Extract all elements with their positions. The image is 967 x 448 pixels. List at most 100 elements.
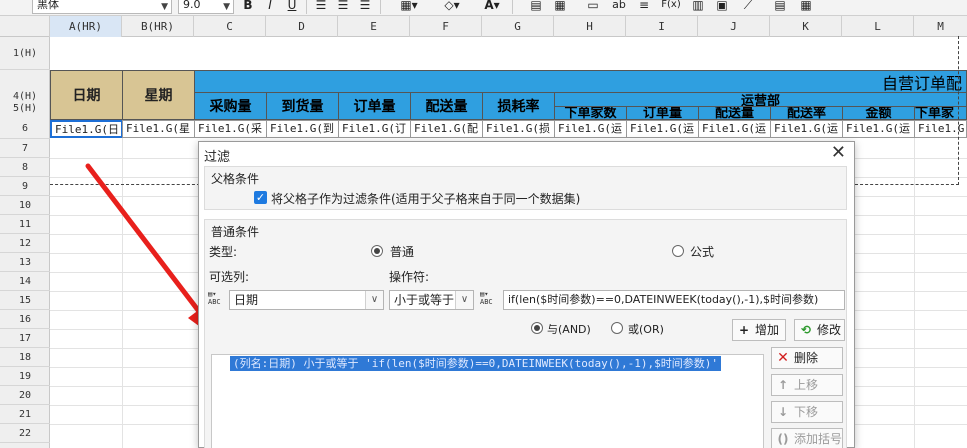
data-cell[interactable]: File1.G(到: [266, 120, 339, 138]
column-header[interactable]: F: [410, 16, 482, 37]
ops-sub-header-cell[interactable]: 订单量: [626, 106, 699, 120]
data-cell[interactable]: File1.G(损: [482, 120, 555, 138]
column-select[interactable]: 日期 ∨: [229, 290, 384, 310]
align-left-icon[interactable]: ☰: [312, 0, 330, 13]
text-button[interactable]: ab: [610, 0, 628, 13]
column-header[interactable]: H: [554, 16, 626, 37]
subreport-icon[interactable]: ▤: [772, 0, 788, 13]
condition-list[interactable]: (列名:日期) 小于或等于 'if(len($时间参数)==0,DATEINWE…: [211, 354, 764, 448]
row-header[interactable]: 21: [0, 405, 50, 424]
data-cell[interactable]: File1.G(采: [194, 120, 267, 138]
row-header[interactable]: 7: [0, 139, 50, 158]
column-header[interactable]: B(HR): [122, 16, 194, 37]
formula-button[interactable]: F(x): [660, 0, 682, 13]
type-formula-radio[interactable]: [672, 245, 684, 257]
report-icon[interactable]: ▦: [798, 0, 814, 13]
font-size-select[interactable]: 9.0 ▼: [178, 0, 234, 14]
row-header[interactable]: 15: [0, 291, 50, 310]
row-header[interactable]: 19: [0, 367, 50, 386]
row-header[interactable]: 16: [0, 310, 50, 329]
data-cell[interactable]: File1.G(: [914, 120, 967, 138]
add-button[interactable]: + 增加: [732, 319, 786, 341]
row-header[interactable]: 14: [0, 272, 50, 291]
move-down-button[interactable]: ↓ 下移: [771, 401, 843, 423]
slash-icon[interactable]: ⟋: [740, 0, 756, 13]
or-radio[interactable]: [611, 322, 623, 334]
align-center-icon[interactable]: ☰: [334, 0, 352, 13]
data-cell[interactable]: File1.G(运: [626, 120, 699, 138]
condition-list-item[interactable]: (列名:日期) 小于或等于 'if(len($时间参数)==0,DATEINWE…: [230, 356, 722, 371]
data-cell[interactable]: File1.G(运: [698, 120, 771, 138]
header-weekday[interactable]: 星期: [122, 70, 195, 120]
ops-sub-header-cell[interactable]: 下单家: [914, 106, 967, 120]
underline-button[interactable]: U: [284, 0, 300, 13]
corner-cell[interactable]: [0, 16, 50, 37]
dialog-title-bar[interactable]: 过滤 ✕: [199, 142, 854, 166]
bold-button[interactable]: B: [240, 0, 256, 13]
row-header-group[interactable]: 4(H) 5(H): [0, 70, 50, 116]
column-header[interactable]: L: [842, 16, 914, 37]
row-header[interactable]: 11: [0, 215, 50, 234]
sub-header-cell[interactable]: 到货量: [266, 92, 339, 120]
column-header[interactable]: I: [626, 16, 698, 37]
value-input[interactable]: if(len($时间参数)==0,DATEINWEEK(today(),-1),…: [503, 290, 845, 310]
ops-sub-header-cell[interactable]: 下单家数: [554, 106, 627, 120]
row-header[interactable]: 20: [0, 386, 50, 405]
type-normal-radio[interactable]: [371, 245, 383, 257]
delete-button[interactable]: ✕ 删除: [771, 347, 843, 369]
data-cell[interactable]: File1.G(配: [410, 120, 483, 138]
list-icon[interactable]: ≡: [636, 0, 652, 13]
sub-header-cell[interactable]: 订单量: [338, 92, 411, 120]
fill-color-icon[interactable]: ◇▾: [440, 0, 464, 13]
insert-cell-icon[interactable]: ▭: [585, 0, 601, 13]
sub-header-cell[interactable]: 配送量: [410, 92, 483, 120]
data-cell[interactable]: File1.G(运: [554, 120, 627, 138]
row-header[interactable]: 13: [0, 253, 50, 272]
ops-sub-header-cell[interactable]: 金额: [842, 106, 915, 120]
data-cell[interactable]: File1.G(运: [770, 120, 843, 138]
merge-cells-icon[interactable]: ▤: [528, 0, 544, 13]
font-color-icon[interactable]: A▾: [480, 0, 504, 13]
image-icon[interactable]: ▣: [714, 0, 730, 13]
move-up-button[interactable]: ↑ 上移: [771, 374, 843, 396]
row-header[interactable]: 18: [0, 348, 50, 367]
row-header[interactable]: 17: [0, 329, 50, 348]
modify-button[interactable]: ⟲ 修改: [794, 319, 845, 341]
row-header[interactable]: 10: [0, 196, 50, 215]
column-header[interactable]: E: [338, 16, 410, 37]
row-header[interactable]: 1(H): [0, 37, 50, 70]
data-cell[interactable]: File1.G(星: [122, 120, 195, 138]
italic-button[interactable]: I: [262, 0, 278, 13]
column-header[interactable]: G: [482, 16, 554, 37]
column-header[interactable]: C: [194, 16, 266, 37]
column-header[interactable]: K: [770, 16, 842, 37]
ops-dept-cell[interactable]: 运营部: [554, 92, 967, 109]
table-icon[interactable]: ▦: [552, 0, 568, 13]
border-icon[interactable]: ▦▾: [398, 0, 420, 13]
close-icon[interactable]: ✕: [831, 143, 846, 163]
group-title-cell[interactable]: 自营订单配: [194, 70, 967, 93]
chart-icon[interactable]: ▥: [690, 0, 706, 13]
font-name-select[interactable]: 黑体 ▼: [32, 0, 172, 14]
sub-header-cell[interactable]: 损耗率: [482, 92, 555, 120]
row-header[interactable]: 9: [0, 177, 50, 196]
sub-header-cell[interactable]: 采购量: [194, 92, 267, 120]
data-cell[interactable]: File1.G(日: [50, 120, 123, 138]
ops-sub-header-cell[interactable]: 配送率: [770, 106, 843, 120]
ops-sub-header-cell[interactable]: 配送量: [698, 106, 771, 120]
column-header[interactable]: M: [914, 16, 967, 37]
align-right-icon[interactable]: ☰: [356, 0, 374, 13]
parent-filter-checkbox[interactable]: ✓: [254, 191, 267, 204]
abc-type-icon[interactable]: ▤▾ ABC: [480, 290, 500, 308]
operator-select[interactable]: 小于或等于 ∨: [389, 290, 474, 310]
column-header[interactable]: J: [698, 16, 770, 37]
column-header[interactable]: A(HR): [50, 16, 122, 37]
row-header[interactable]: 8: [0, 158, 50, 177]
and-radio[interactable]: [531, 322, 543, 334]
column-header[interactable]: D: [266, 16, 338, 37]
data-cell[interactable]: File1.G(订: [338, 120, 411, 138]
row-header[interactable]: 12: [0, 234, 50, 253]
add-bracket-button[interactable]: () 添加括号: [771, 428, 843, 448]
data-cell[interactable]: File1.G(运: [842, 120, 915, 138]
row-header[interactable]: 6: [0, 119, 50, 139]
